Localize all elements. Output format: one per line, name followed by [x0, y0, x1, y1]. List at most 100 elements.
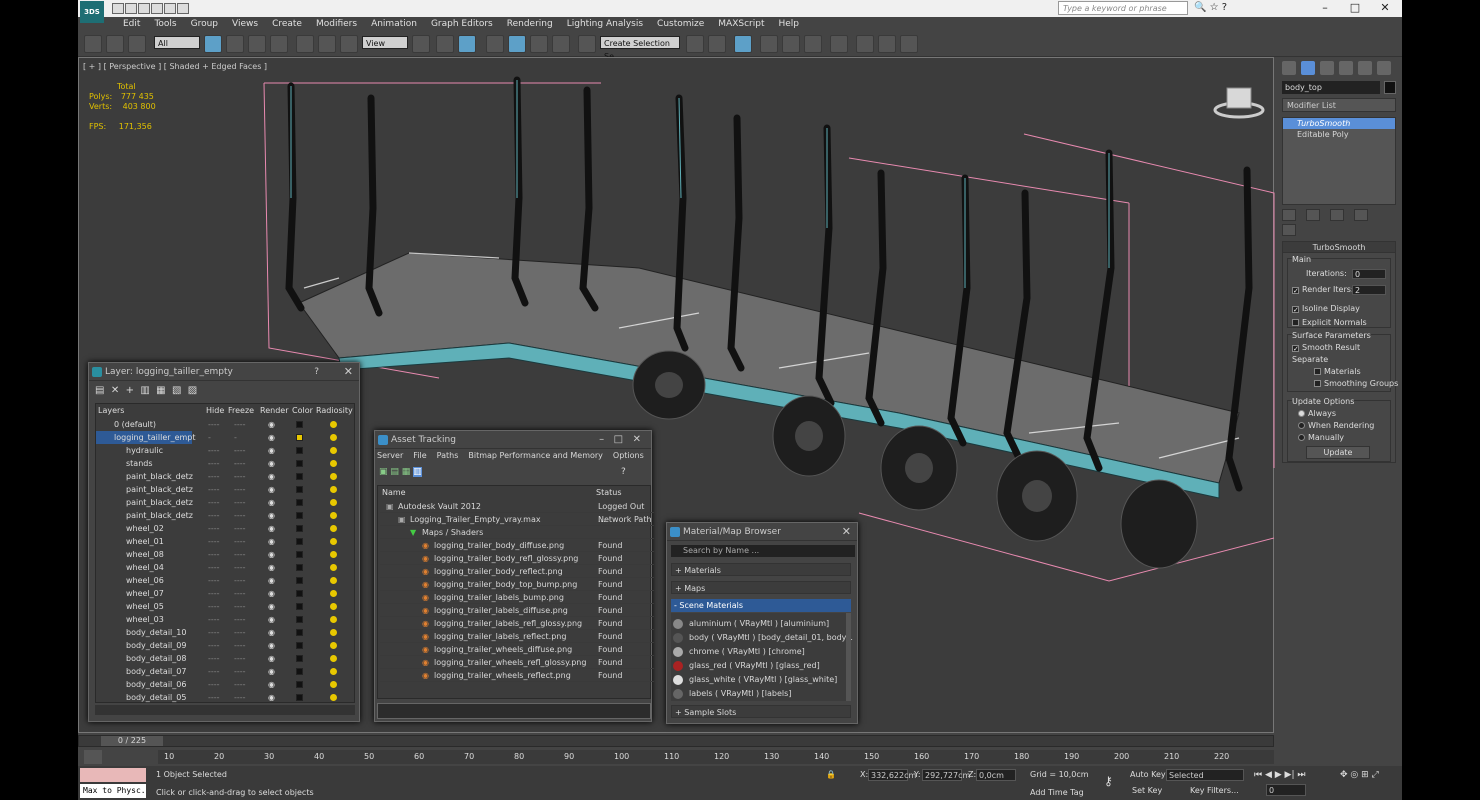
scene-material-item[interactable]: body ( VRayMtl ) [body_detail_01, body..…	[673, 631, 853, 644]
current-frame-field[interactable]: 0	[1266, 784, 1306, 796]
asset-row[interactable]: ◉ logging_trailer_body_top_bump.png Found	[380, 578, 654, 591]
render-iters-spinner[interactable]: 2	[1352, 285, 1386, 295]
layer-row[interactable]: wheel_06 ---- ---- ◉	[96, 574, 350, 587]
layer-freeze-cell[interactable]: ----	[234, 522, 246, 535]
radiosity-bulb-icon[interactable]	[330, 616, 337, 623]
selection-filter-dropdown[interactable]: All	[154, 36, 200, 49]
open-icon[interactable]	[125, 3, 137, 14]
layer-row[interactable]: wheel_04 ---- ---- ◉	[96, 561, 350, 574]
delete-layer-icon[interactable]: ✕	[111, 385, 119, 396]
undo-icon[interactable]	[151, 3, 163, 14]
material-scrollbar[interactable]	[846, 613, 851, 701]
menu-maxscript[interactable]: MAXScript	[711, 17, 771, 31]
named-selection-dropdown[interactable]: Create Selection Se	[600, 36, 680, 61]
layer-row[interactable]: body_detail_09 ---- ---- ◉	[96, 639, 350, 652]
layer-color-swatch[interactable]	[296, 512, 303, 519]
material-close-button[interactable]: ✕	[842, 523, 851, 541]
isoline-checkbox[interactable]: ✓	[1292, 306, 1299, 314]
layer-row[interactable]: wheel_03 ---- ---- ◉	[96, 613, 350, 626]
radiosity-bulb-icon[interactable]	[330, 681, 337, 688]
render-teapot-icon[interactable]: ◉	[268, 431, 275, 444]
layer-freeze-cell[interactable]: ----	[234, 470, 246, 483]
layer-hide-cell[interactable]: ----	[208, 691, 220, 704]
col-freeze[interactable]: Freeze	[228, 406, 254, 415]
render-teapot-icon[interactable]: ◉	[268, 535, 275, 548]
layer-hide-cell[interactable]: ----	[208, 574, 220, 587]
layer-hide-cell[interactable]: ----	[208, 444, 220, 457]
stack-item-editable-poly[interactable]: Editable Poly	[1283, 129, 1395, 140]
refresh-icon[interactable]: ▣	[379, 467, 388, 477]
radiosity-bulb-icon[interactable]	[330, 499, 337, 506]
col-render[interactable]: Render	[260, 406, 288, 415]
explicit-normals-checkbox[interactable]	[1292, 319, 1299, 326]
menu-group[interactable]: Group	[184, 17, 225, 31]
link-icon[interactable]	[84, 35, 102, 53]
scene-material-item[interactable]: labels ( VRayMtl ) [labels]	[673, 687, 843, 700]
select-manipulate-icon[interactable]	[436, 35, 454, 53]
select-in-layer-icon[interactable]: ▥	[140, 385, 149, 396]
layer-row[interactable]: 0 (default) ---- ---- ◉	[96, 418, 350, 431]
layer-hide-cell[interactable]: ----	[208, 600, 220, 613]
asset-row[interactable]: ◉ logging_trailer_body_diffuse.png Found	[380, 539, 654, 552]
make-unique-icon[interactable]	[1330, 209, 1344, 221]
layer-freeze-cell[interactable]: ----	[234, 600, 246, 613]
layer-freeze-cell[interactable]: ----	[234, 691, 246, 704]
asset-row[interactable]: ▼ Maps / Shaders	[380, 526, 654, 539]
layer-row[interactable]: wheel_02 ---- ---- ◉	[96, 522, 350, 535]
asset-row[interactable]: ◉ logging_trailer_labels_diffuse.png Found	[380, 604, 654, 617]
layer-row[interactable]: body_detail_07 ---- ---- ◉	[96, 665, 350, 678]
layer-freeze-cell[interactable]: ----	[234, 613, 246, 626]
app-logo[interactable]: 3DS	[80, 1, 104, 23]
layer-freeze-cell[interactable]: ----	[234, 665, 246, 678]
thumbnail-view-icon[interactable]: ▦	[402, 467, 411, 477]
render-teapot-icon[interactable]: ◉	[268, 574, 275, 587]
layer-freeze-cell[interactable]: ----	[234, 548, 246, 561]
add-to-layer-icon[interactable]: +	[126, 385, 134, 396]
scene-material-item[interactable]: glass_red ( VRayMtl ) [glass_red]	[673, 659, 843, 672]
scene-material-item[interactable]: chrome ( VRayMtl ) [chrome]	[673, 645, 843, 658]
asset-row[interactable]: ◉ logging_trailer_wheels_reflect.png Found	[380, 669, 654, 682]
layer-freeze-cell[interactable]: ----	[234, 535, 246, 548]
layer-freeze-cell[interactable]: ----	[234, 496, 246, 509]
layer-hide-cell[interactable]: ----	[208, 561, 220, 574]
menu-edit[interactable]: Edit	[116, 17, 147, 31]
layer-hide-cell[interactable]: ----	[208, 470, 220, 483]
scene-material-item[interactable]: glass_white ( VRayMtl ) [glass_white]	[673, 673, 843, 686]
layer-row[interactable]: wheel_01 ---- ---- ◉	[96, 535, 350, 548]
layer-color-swatch[interactable]	[296, 681, 303, 688]
layer-color-swatch[interactable]	[296, 694, 303, 701]
move-icon[interactable]	[296, 35, 314, 53]
asset-window-controls[interactable]: – □ ✕	[599, 431, 641, 449]
scene-materials-section[interactable]: - Scene Materials	[671, 599, 851, 612]
time-slider-track[interactable]: 0 / 225	[78, 735, 1274, 747]
layer-freeze-cell[interactable]: ----	[234, 652, 246, 665]
layer-hide-cell[interactable]: ----	[208, 665, 220, 678]
render-teapot-icon[interactable]: ◉	[268, 509, 275, 522]
scale-icon[interactable]	[340, 35, 358, 53]
layer-close-button[interactable]: ✕	[344, 363, 353, 381]
asset-menu-bitmap-performance-and-memory[interactable]: Bitmap Performance and Memory	[468, 451, 603, 463]
radiosity-bulb-icon[interactable]	[330, 434, 337, 441]
layer-freeze-cell[interactable]: ----	[234, 587, 246, 600]
layer-row[interactable]: body_detail_06 ---- ---- ◉	[96, 678, 350, 691]
layer-hide-cell[interactable]: ----	[208, 626, 220, 639]
ref-coord-dropdown[interactable]: View	[362, 36, 408, 49]
layer-row[interactable]: logging_tailler_empt ---- ---- ◉	[96, 431, 337, 481]
radiosity-bulb-icon[interactable]	[330, 447, 337, 454]
select-by-name-icon[interactable]	[226, 35, 244, 53]
radiosity-bulb-icon[interactable]	[330, 460, 337, 467]
radiosity-bulb-icon[interactable]	[330, 642, 337, 649]
material-search-input[interactable]: Search by Name ...	[671, 545, 855, 557]
layer-row[interactable]: wheel_07 ---- ---- ◉	[96, 587, 350, 600]
layer-row[interactable]: paint_black_detz ---- ---- ◉	[96, 483, 350, 496]
y-coord-field[interactable]: 292,727cm	[922, 769, 970, 781]
layer-freeze-cell[interactable]: ----	[234, 483, 246, 496]
layer-hide-cell[interactable]: ----	[208, 678, 220, 691]
radiosity-bulb-icon[interactable]	[330, 694, 337, 701]
render-teapot-icon[interactable]: ◉	[268, 470, 275, 483]
new-icon[interactable]	[112, 3, 124, 14]
asset-menu-server[interactable]: Server	[377, 451, 403, 463]
search-input[interactable]: Type a keyword or phrase	[1058, 1, 1188, 15]
rect-selection-icon[interactable]	[248, 35, 266, 53]
menu-customize[interactable]: Customize	[650, 17, 711, 31]
